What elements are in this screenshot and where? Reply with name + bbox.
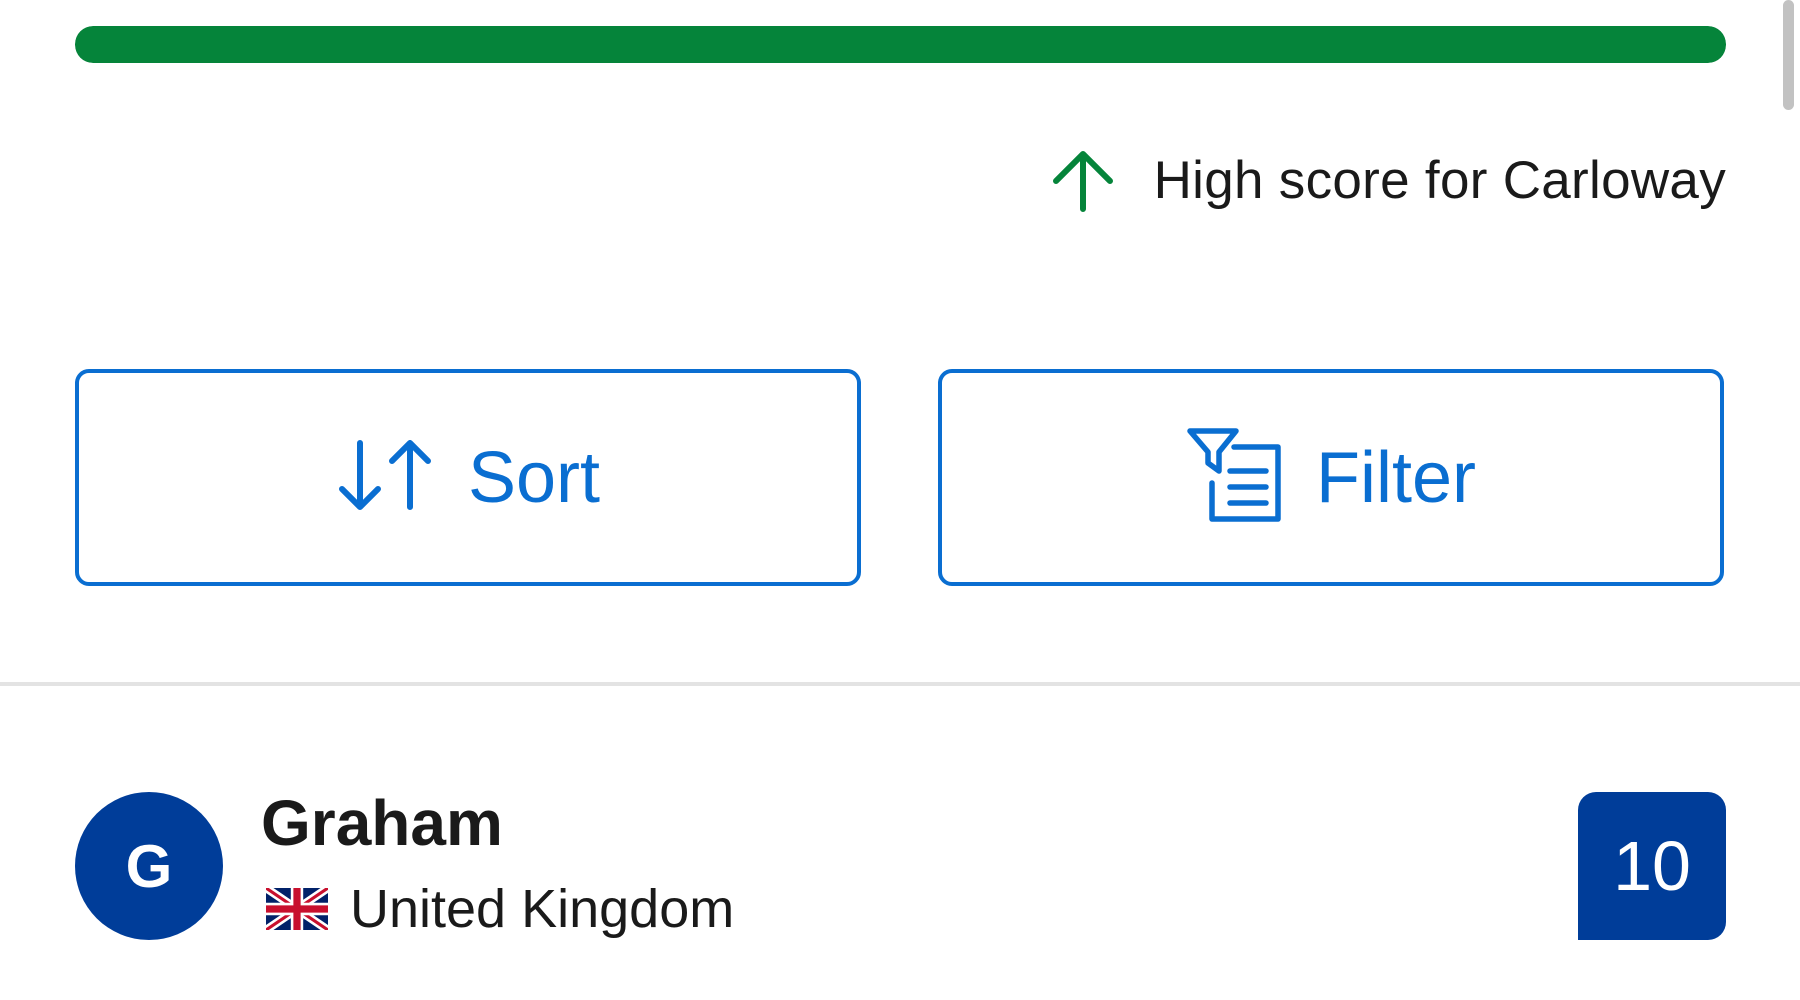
scrollbar[interactable] xyxy=(1783,0,1794,110)
filter-label: Filter xyxy=(1316,437,1476,518)
filter-list-icon xyxy=(1186,427,1282,528)
reviewer-name: Graham xyxy=(261,787,503,859)
country-label: United Kingdom xyxy=(350,879,735,939)
reviewer-country: United Kingdom xyxy=(266,878,734,940)
avatar: G xyxy=(75,792,223,940)
high-score-note: High score for Carloway xyxy=(1048,145,1726,215)
sort-button[interactable]: Sort xyxy=(75,369,861,586)
arrow-up-icon xyxy=(1048,145,1118,215)
filter-button[interactable]: Filter xyxy=(938,369,1724,586)
review-page: High score for Carloway Sort Filter G Gr… xyxy=(0,0,1800,1000)
score-badge: 10 xyxy=(1578,792,1726,940)
score-progress-fill xyxy=(75,26,1726,63)
high-score-label: High score for Carloway xyxy=(1153,150,1726,210)
sort-arrows-icon xyxy=(336,435,434,520)
score-progress-bar xyxy=(75,26,1726,63)
sort-label: Sort xyxy=(467,437,601,518)
uk-flag-icon xyxy=(266,888,328,930)
section-divider xyxy=(0,682,1800,686)
review-entry[interactable]: G Graham United Kingdom 10 xyxy=(75,787,1726,940)
